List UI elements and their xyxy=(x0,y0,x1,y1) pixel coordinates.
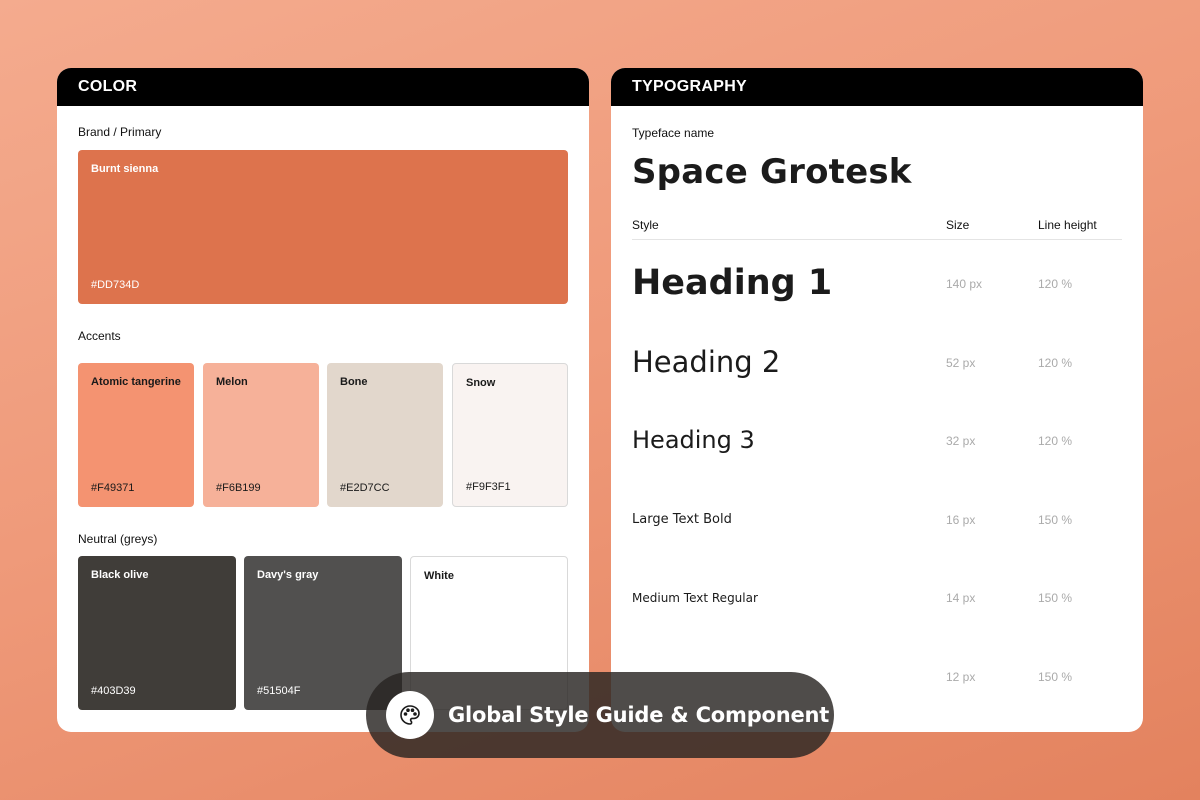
type-size: 16 px xyxy=(946,513,976,527)
type-line-height: 120 % xyxy=(1038,434,1073,448)
neutrals-section-label: Neutral (greys) xyxy=(78,532,158,546)
type-style-name: Large Text Bold xyxy=(632,512,732,527)
swatch-hex: #403D39 xyxy=(91,685,136,697)
swatch-name: Melon xyxy=(216,376,248,388)
type-size: 140 px xyxy=(946,277,983,291)
brand-section-label: Brand / Primary xyxy=(78,125,162,139)
type-line-height: 120 % xyxy=(1038,356,1073,370)
palette-icon xyxy=(386,691,434,739)
swatch-snow[interactable]: Snow #F9F3F1 xyxy=(452,363,568,507)
swatch-name: Snow xyxy=(466,377,496,389)
swatch-black-olive[interactable]: Black olive #403D39 xyxy=(78,556,236,710)
type-row-large-text-bold: Large Text Bold 16 px 150 % xyxy=(611,512,1143,532)
swatch-name: Burnt sienna xyxy=(91,163,159,175)
type-style-name: Heading 3 xyxy=(632,426,755,454)
type-size: 52 px xyxy=(946,356,976,370)
style-guide-banner: Global Style Guide & Component xyxy=(366,672,834,758)
column-header-line-height: Line height xyxy=(1038,218,1097,232)
type-style-name: Heading 2 xyxy=(632,345,781,379)
typography-panel: TYPOGRAPHY Typeface name Space Grotesk S… xyxy=(611,68,1143,732)
swatch-name: White xyxy=(424,570,454,582)
typeface-name: Space Grotesk xyxy=(632,152,912,192)
typography-panel-title: TYPOGRAPHY xyxy=(611,68,1143,106)
typeface-label: Typeface name xyxy=(632,126,715,140)
swatch-name: Black olive xyxy=(91,569,149,581)
swatch-name: Bone xyxy=(340,376,368,388)
type-line-height: 120 % xyxy=(1038,277,1073,291)
type-line-height: 150 % xyxy=(1038,670,1073,684)
column-header-style: Style xyxy=(632,218,659,232)
swatch-atomic-tangerine[interactable]: Atomic tangerine #F49371 xyxy=(78,363,194,507)
type-style-name: Medium Text Regular xyxy=(632,591,758,605)
type-row-heading-3: Heading 3 32 px 120 % xyxy=(611,426,1143,456)
type-row-heading-1: Heading 1 140 px 120 % xyxy=(611,263,1143,303)
column-header-size: Size xyxy=(946,218,970,232)
header-divider xyxy=(632,239,1122,240)
swatch-name: Davy's gray xyxy=(257,569,319,581)
swatch-hex: #51504F xyxy=(257,685,301,697)
type-size: 12 px xyxy=(946,670,976,684)
type-row-heading-2: Heading 2 52 px 120 % xyxy=(611,345,1143,381)
swatch-hex: #DD734D xyxy=(91,279,140,291)
swatch-name: Atomic tangerine xyxy=(91,376,181,388)
type-row-medium-text-regular: Medium Text Regular 14 px 150 % xyxy=(611,591,1143,611)
banner-text: Global Style Guide & Component xyxy=(448,703,830,727)
type-size: 14 px xyxy=(946,591,976,605)
swatch-hex: #F9F3F1 xyxy=(466,481,511,493)
color-panel: COLOR Brand / Primary Burnt sienna #DD73… xyxy=(57,68,589,732)
swatch-hex: #F6B199 xyxy=(216,482,261,494)
swatch-melon[interactable]: Melon #F6B199 xyxy=(203,363,319,507)
swatch-hex: #F49371 xyxy=(91,482,135,494)
type-line-height: 150 % xyxy=(1038,513,1073,527)
swatch-bone[interactable]: Bone #E2D7CC xyxy=(327,363,443,507)
type-size: 32 px xyxy=(946,434,976,448)
type-style-name: Heading 1 xyxy=(632,263,833,303)
swatch-burnt-sienna[interactable]: Burnt sienna #DD734D xyxy=(78,150,568,304)
color-panel-title: COLOR xyxy=(57,68,589,106)
accents-section-label: Accents xyxy=(78,329,121,343)
swatch-hex: #E2D7CC xyxy=(340,482,390,494)
type-line-height: 150 % xyxy=(1038,591,1073,605)
